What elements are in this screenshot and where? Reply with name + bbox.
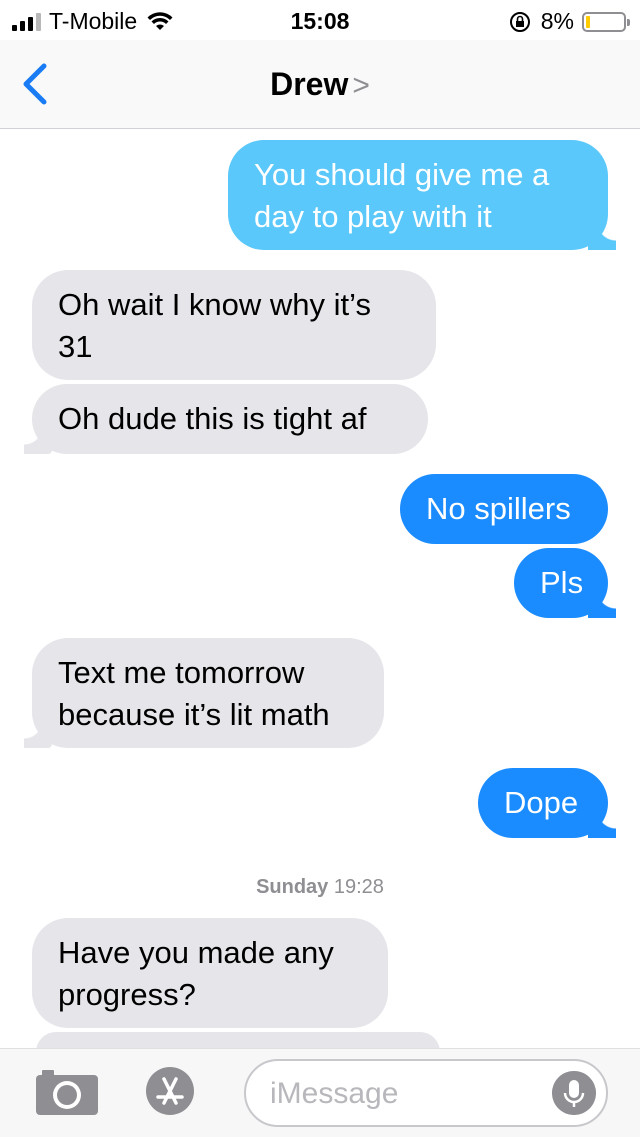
- message-text: Text me tomorrow because it’s lit math: [58, 655, 330, 732]
- message-text: No spillers: [426, 491, 571, 526]
- message-bubble-outgoing[interactable]: Pls: [514, 548, 616, 618]
- rotation-lock-icon: [509, 11, 530, 32]
- message-input[interactable]: [268, 1073, 542, 1115]
- message-bubble-incoming[interactable]: Have you made any progress?: [32, 918, 388, 1028]
- timestamp: Sunday 19:28: [0, 876, 640, 899]
- message-bubble-incoming[interactable]: Text me tomorrow because it’s lit math: [24, 638, 384, 748]
- microphone-icon[interactable]: [552, 1071, 596, 1115]
- message-bubble-outgoing[interactable]: Dope: [478, 768, 616, 838]
- message-bubble-incoming[interactable]: Oh dude this is tight af: [24, 384, 428, 454]
- message-text: Oh dude this is tight af: [58, 401, 367, 436]
- message-text: Oh wait I know why it’s 31: [58, 287, 371, 364]
- message-bubble-incoming[interactable]: Oh wait I know why it’s 31: [32, 270, 436, 380]
- compose-bar: [0, 1048, 640, 1137]
- battery-percent: 8%: [540, 8, 574, 34]
- chevron-right-icon: >: [352, 69, 370, 102]
- contact-name: Drew: [270, 66, 349, 102]
- message-bubble-outgoing[interactable]: You should give me a day to play with it: [228, 140, 616, 250]
- timestamp-day: Sunday: [256, 876, 329, 898]
- app-store-icon[interactable]: [140, 1063, 214, 1119]
- message-text: You should give me a day to play with it: [254, 157, 550, 234]
- status-bar: T-Mobile 15:08 8%: [0, 0, 640, 40]
- message-field: [244, 1059, 608, 1127]
- message-text: Dope: [504, 785, 579, 820]
- status-right: 8%: [509, 8, 630, 35]
- message-text: Have you made any progress?: [58, 935, 334, 1012]
- contact-title[interactable]: Drew >: [0, 66, 640, 103]
- battery-icon: [582, 11, 630, 32]
- message-text: Pls: [540, 565, 584, 600]
- timestamp-time: 19:28: [333, 876, 384, 898]
- conversation-header: Drew >: [0, 40, 640, 129]
- message-bubble-outgoing[interactable]: No spillers: [400, 474, 608, 544]
- camera-icon[interactable]: [34, 1067, 100, 1117]
